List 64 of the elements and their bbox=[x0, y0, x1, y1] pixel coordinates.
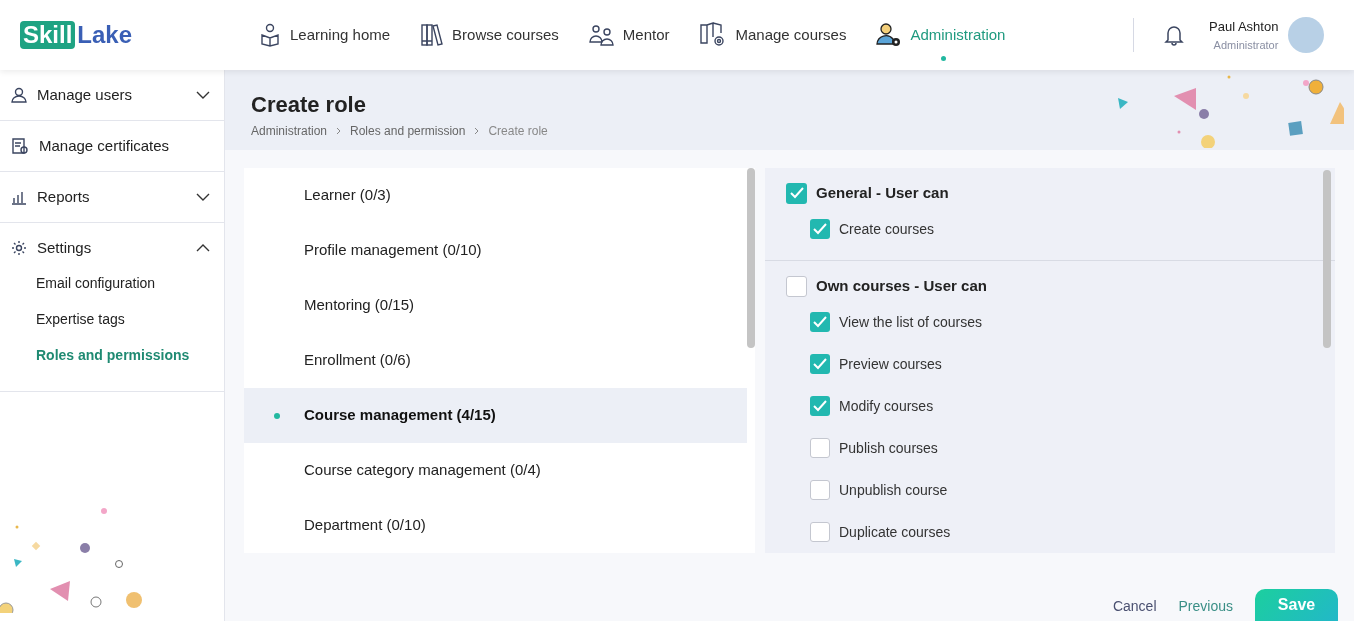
checkbox[interactable] bbox=[786, 275, 807, 297]
chevron-down-icon bbox=[196, 193, 210, 201]
logo-text: Lake bbox=[77, 21, 133, 49]
category-item[interactable]: Mentoring (0/15) bbox=[244, 278, 747, 333]
category-item[interactable]: Course management (4/15) bbox=[244, 388, 747, 443]
checkbox[interactable] bbox=[810, 354, 830, 374]
cancel-button[interactable]: Cancel bbox=[1112, 596, 1157, 617]
chevron-right-icon bbox=[474, 127, 480, 135]
previous-button[interactable]: Previous bbox=[1178, 596, 1233, 617]
sidebar-item[interactable]: Reports bbox=[0, 172, 224, 222]
category-item[interactable]: Department (0/10) bbox=[244, 498, 747, 553]
sidebar-subitem[interactable]: Roles and permissions bbox=[0, 345, 224, 381]
checkbox[interactable] bbox=[810, 522, 830, 542]
category-item[interactable]: Enrollment (0/6) bbox=[244, 333, 747, 388]
checkbox[interactable] bbox=[810, 312, 830, 332]
reader-icon bbox=[258, 23, 282, 47]
permission-label: View the list of courses bbox=[839, 312, 982, 332]
permission-label: Preview courses bbox=[839, 354, 942, 374]
sidebar-item[interactable]: Manage users bbox=[0, 70, 224, 120]
notification-bell-icon[interactable] bbox=[1164, 24, 1184, 46]
nav-link[interactable]: Browse courses bbox=[420, 23, 559, 47]
books-icon bbox=[420, 23, 445, 47]
nav-link[interactable]: Learning home bbox=[258, 23, 391, 47]
permission-group-label: General - User can bbox=[816, 182, 949, 203]
admin-user-gear-icon bbox=[876, 22, 903, 48]
scrollbar-thumb[interactable] bbox=[747, 168, 755, 348]
breadcrumb-link[interactable]: Roles and permission bbox=[350, 122, 466, 140]
permission-label: Create courses bbox=[839, 219, 934, 239]
avatar-placeholder bbox=[1288, 17, 1325, 53]
checkbox[interactable] bbox=[810, 438, 830, 458]
user-role: Administrator bbox=[1213, 37, 1279, 53]
checkbox[interactable] bbox=[810, 480, 830, 500]
chevron-up-icon bbox=[196, 244, 210, 252]
chevron-right-icon bbox=[336, 127, 342, 135]
nav-link[interactable]: Mentor bbox=[588, 23, 670, 47]
logo-text: Skill bbox=[20, 21, 76, 49]
category-item[interactable]: Learner (0/3) bbox=[244, 168, 747, 223]
checkbox[interactable] bbox=[786, 182, 807, 204]
permission-label: Unpublish course bbox=[839, 480, 948, 500]
sidebar-item[interactable]: Manage certificates bbox=[0, 121, 224, 171]
category-item[interactable]: Profile management (0/10) bbox=[244, 223, 747, 278]
scrollbar-thumb[interactable] bbox=[1323, 170, 1331, 348]
permission-group-label: Own courses - User can bbox=[816, 275, 987, 296]
people-icon bbox=[588, 24, 615, 46]
sidebar-item[interactable]: Settings bbox=[0, 223, 224, 273]
bar-chart-icon bbox=[11, 189, 27, 205]
checkbox[interactable] bbox=[810, 219, 830, 239]
permission-label: Publish courses bbox=[839, 438, 938, 458]
sidebar-subitem[interactable]: Email configuration bbox=[0, 273, 224, 309]
checkbox[interactable] bbox=[810, 396, 830, 416]
nav-link[interactable]: Administration bbox=[876, 22, 1006, 48]
settings-icon bbox=[11, 240, 27, 256]
permission-label: Modify courses bbox=[839, 396, 934, 416]
chevron-down-icon bbox=[196, 91, 210, 99]
user-name: Paul Ashton bbox=[1209, 18, 1279, 36]
page-title: Create role bbox=[251, 92, 367, 118]
permission-label: Duplicate courses bbox=[839, 522, 951, 542]
sidebar-subitem[interactable]: Expertise tags bbox=[0, 309, 224, 345]
user-icon bbox=[11, 87, 27, 103]
category-item[interactable]: Course category management (0/4) bbox=[244, 443, 747, 498]
breadcrumb-link[interactable]: Administration bbox=[251, 122, 328, 140]
current-page-label: Create role bbox=[488, 123, 548, 140]
nav-link[interactable]: Manage courses bbox=[699, 21, 847, 49]
certificate-icon bbox=[11, 137, 29, 155]
